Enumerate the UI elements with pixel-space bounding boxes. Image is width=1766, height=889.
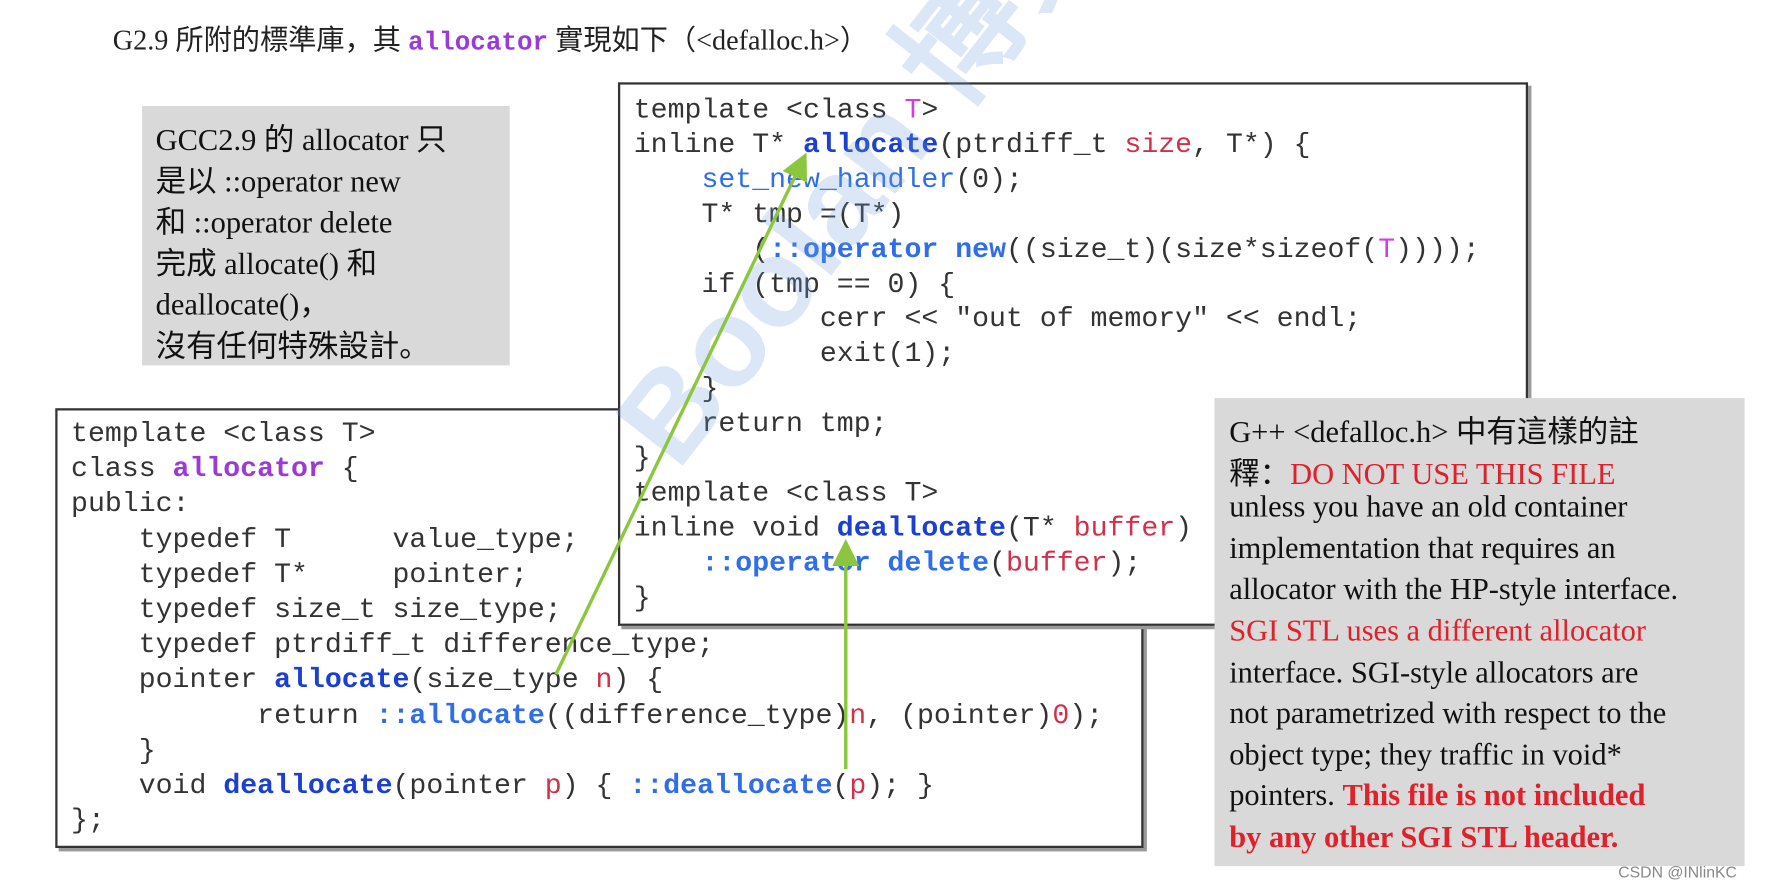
slide: G2.9 所附的標準庫，其 allocator 實現如下（<defalloc.h…: [0, 0, 1766, 889]
credit: CSDN @INlinKC: [1618, 862, 1737, 881]
arrow-allocate: [554, 152, 808, 676]
arrows: [554, 152, 860, 770]
